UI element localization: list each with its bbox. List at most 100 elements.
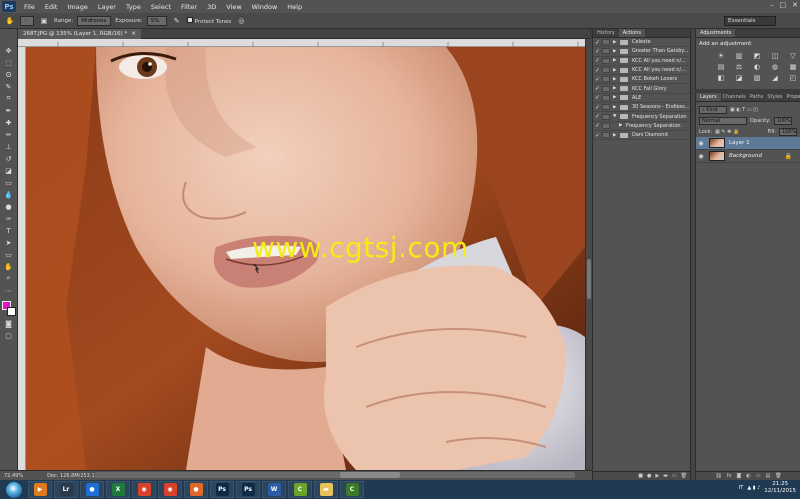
check-icon[interactable]: ✓: [593, 104, 602, 111]
protect-tones-checkbox[interactable]: Protect Tones: [186, 16, 231, 25]
exposure-icon[interactable]: ◫: [770, 52, 780, 60]
airbrush-icon[interactable]: ✎: [171, 15, 183, 26]
brush-size-picker[interactable]: ◦: [20, 15, 34, 26]
taskbar-app-button[interactable]: Ps: [210, 481, 234, 498]
close-tab-icon[interactable]: ✕: [131, 31, 136, 37]
tab-adjustments[interactable]: Adjustments: [696, 29, 736, 37]
check-icon[interactable]: ✓: [593, 39, 602, 46]
link-layers-icon[interactable]: ⛓: [715, 473, 721, 479]
check-icon[interactable]: ✓: [593, 67, 602, 74]
action-set-row[interactable]: ✓ ▶ Greater Than Gatsby...: [593, 47, 690, 57]
range-select[interactable]: Midtones: [77, 15, 112, 26]
dialog-toggle-icon[interactable]: [602, 104, 610, 111]
stop-icon[interactable]: ■: [638, 473, 643, 479]
black-white-icon[interactable]: ◐: [752, 63, 762, 71]
eraser-tool-icon[interactable]: ◪: [3, 165, 15, 176]
layer-style-icon[interactable]: fx: [727, 473, 732, 479]
dialog-toggle-icon[interactable]: [602, 132, 610, 139]
action-set-row[interactable]: ✓ ▶ Celeste: [593, 38, 690, 48]
eye-icon[interactable]: ◉: [696, 140, 706, 147]
vertical-scroll-thumb[interactable]: [587, 259, 591, 299]
menu-filter[interactable]: Filter: [176, 3, 202, 11]
new-set-icon[interactable]: ▬: [663, 473, 668, 479]
dialog-toggle-icon[interactable]: [602, 48, 610, 55]
dialog-toggle-icon[interactable]: [602, 67, 610, 74]
tray-icons[interactable]: ▲ ▮ ♪: [747, 485, 760, 491]
play-icon[interactable]: ▶: [655, 473, 659, 479]
check-icon[interactable]: ✓: [593, 48, 602, 55]
new-adjustment-icon[interactable]: ◐: [746, 473, 750, 479]
layer-row[interactable]: ◉ Layer 1: [696, 137, 800, 150]
collapsed-arrow-icon[interactable]: ▶: [619, 123, 626, 128]
minimize-button[interactable]: –: [770, 1, 774, 9]
quick-mask-icon[interactable]: ◙: [3, 318, 15, 329]
menu-3d[interactable]: 3D: [202, 3, 221, 11]
channel-mixer-icon[interactable]: ▦: [788, 63, 798, 71]
threshold-icon[interactable]: ▨: [752, 74, 762, 82]
crop-tool-icon[interactable]: ⌗: [3, 93, 15, 104]
taskbar-app-button[interactable]: ◉: [158, 481, 182, 498]
gradient-tool-icon[interactable]: ▭: [3, 177, 15, 188]
collapsed-arrow-icon[interactable]: ▶: [613, 40, 620, 45]
extra-tools-icon[interactable]: ⋯: [3, 285, 15, 296]
tab-paths[interactable]: Paths: [748, 93, 766, 101]
tab-layers[interactable]: Layers: [696, 93, 721, 101]
collapsed-arrow-icon[interactable]: ▶: [613, 49, 620, 54]
zoom-tool-icon[interactable]: ⌕: [3, 273, 15, 284]
maximize-button[interactable]: □: [780, 1, 787, 9]
language-indicator[interactable]: IT: [739, 485, 744, 491]
action-set-row[interactable]: ✓ ▶ 30 Seasons - Endless...: [593, 103, 690, 113]
posterize-icon[interactable]: ◪: [734, 74, 744, 82]
zoom-level[interactable]: 72,49%: [4, 473, 23, 479]
action-set-row[interactable]: ✓ ▶ KCC All you need n/...: [593, 57, 690, 66]
taskbar-app-button[interactable]: Ps: [236, 481, 260, 498]
burn-tool-icon[interactable]: ●: [3, 201, 15, 212]
taskbar-app-button[interactable]: X: [106, 481, 130, 498]
taskbar-app-button[interactable]: ▬: [314, 481, 338, 498]
expanded-arrow-icon[interactable]: ▼: [613, 114, 620, 119]
menu-select[interactable]: Select: [146, 3, 176, 11]
hand-tool-icon[interactable]: ✋: [3, 261, 15, 272]
tab-actions[interactable]: Actions: [618, 29, 646, 37]
taskbar-app-button[interactable]: ●: [80, 481, 104, 498]
marquee-tool-icon[interactable]: ⬚: [3, 57, 15, 68]
image-canvas[interactable]: www.cgtsj.com: [26, 47, 585, 470]
menu-type[interactable]: Type: [121, 3, 146, 11]
check-icon[interactable]: ✓: [593, 76, 602, 83]
action-set-row[interactable]: ✓ ▶ ALE: [593, 94, 690, 104]
healing-tool-icon[interactable]: ✚: [3, 117, 15, 128]
dialog-toggle-icon[interactable]: [602, 122, 610, 129]
quick-select-tool-icon[interactable]: ✎: [3, 81, 15, 92]
menu-edit[interactable]: Edit: [40, 3, 63, 11]
layer-row[interactable]: ◉ Background 🔒: [696, 150, 800, 163]
trash-icon[interactable]: 🗑: [681, 473, 687, 479]
layer-kind-filter[interactable]: ⌕ Kind: [699, 105, 727, 114]
gradient-map-icon[interactable]: ◢: [770, 74, 780, 82]
collapsed-arrow-icon[interactable]: ▶: [613, 105, 620, 110]
action-set-row[interactable]: ✓ ▼ Frequency Separation: [593, 112, 690, 122]
check-icon[interactable]: ✓: [593, 57, 602, 64]
record-icon[interactable]: ●: [647, 473, 651, 479]
add-mask-icon[interactable]: ◙: [737, 473, 742, 479]
photo-filter-icon[interactable]: ◍: [770, 63, 780, 71]
move-tool-icon[interactable]: ✥: [3, 45, 15, 56]
clone-stamp-tool-icon[interactable]: ⊥: [3, 141, 15, 152]
action-set-row[interactable]: ✓ ▶ KCC All you need n/...: [593, 66, 690, 76]
menu-help[interactable]: Help: [282, 3, 307, 11]
start-button[interactable]: [6, 481, 22, 498]
taskbar-app-button[interactable]: Lr: [54, 481, 78, 498]
taskbar-app-button[interactable]: W: [262, 481, 286, 498]
levels-icon[interactable]: ▥: [734, 52, 744, 60]
tab-history[interactable]: History: [593, 29, 619, 37]
brightness-contrast-icon[interactable]: ☀: [716, 52, 726, 60]
pen-tool-icon[interactable]: ✑: [3, 213, 15, 224]
delete-layer-icon[interactable]: 🗑: [775, 473, 781, 479]
doc-size[interactable]: Doc: 126,8M/253,1M: [47, 473, 99, 479]
collapsed-arrow-icon[interactable]: ▶: [613, 86, 620, 91]
collapsed-arrow-icon[interactable]: ▶: [613, 77, 620, 82]
dialog-toggle-icon[interactable]: [602, 76, 610, 83]
collapsed-arrow-icon[interactable]: ▶: [613, 68, 620, 73]
workspace-select[interactable]: Essentials: [724, 16, 776, 26]
color-swatches[interactable]: [1, 301, 16, 317]
menu-layer[interactable]: Layer: [93, 3, 121, 11]
